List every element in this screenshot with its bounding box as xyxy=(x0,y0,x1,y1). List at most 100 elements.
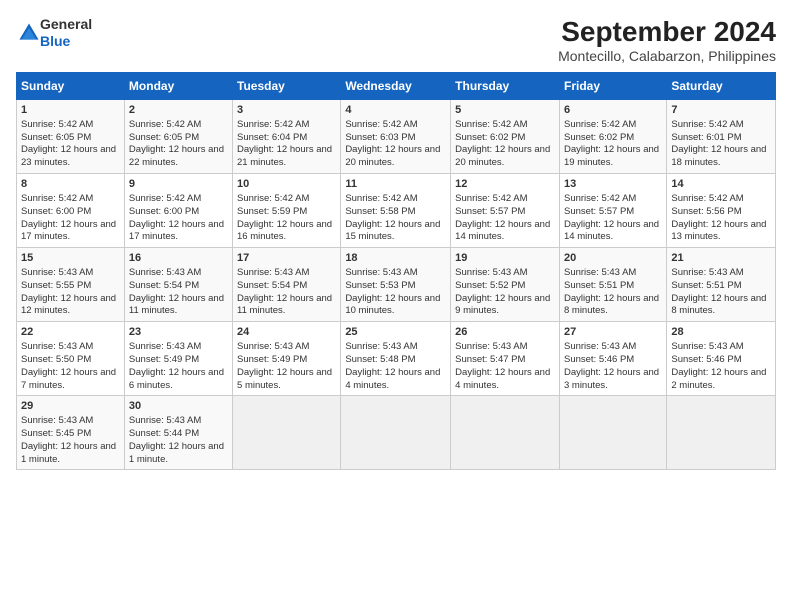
sunrise: Sunrise: 5:43 AM xyxy=(564,267,636,278)
table-row: 15Sunrise: 5:43 AMSunset: 5:55 PMDayligh… xyxy=(17,248,776,322)
day-number: 9 xyxy=(129,177,228,192)
table-cell: 3Sunrise: 5:42 AMSunset: 6:04 PMDaylight… xyxy=(233,100,341,174)
sunrise: Sunrise: 5:43 AM xyxy=(21,415,93,426)
sunset: Sunset: 5:48 PM xyxy=(345,354,415,365)
sunrise: Sunrise: 5:43 AM xyxy=(21,267,93,278)
daylight: Daylight: 12 hours and 12 minutes. xyxy=(21,293,116,317)
day-number: 5 xyxy=(455,103,555,118)
daylight: Daylight: 12 hours and 16 minutes. xyxy=(237,219,332,243)
sunset: Sunset: 6:00 PM xyxy=(21,206,91,217)
day-number: 18 xyxy=(345,251,446,266)
daylight: Daylight: 12 hours and 14 minutes. xyxy=(564,219,659,243)
sunrise: Sunrise: 5:43 AM xyxy=(21,341,93,352)
sunrise: Sunrise: 5:42 AM xyxy=(564,193,636,204)
table-row: 22Sunrise: 5:43 AMSunset: 5:50 PMDayligh… xyxy=(17,322,776,396)
sunset: Sunset: 5:53 PM xyxy=(345,280,415,291)
day-number: 21 xyxy=(671,251,771,266)
table-cell: 27Sunrise: 5:43 AMSunset: 5:46 PMDayligh… xyxy=(559,322,666,396)
daylight: Daylight: 12 hours and 4 minutes. xyxy=(455,367,550,391)
sunset: Sunset: 5:44 PM xyxy=(129,428,199,439)
day-number: 20 xyxy=(564,251,662,266)
sunset: Sunset: 5:56 PM xyxy=(671,206,741,217)
daylight: Daylight: 12 hours and 11 minutes. xyxy=(237,293,332,317)
sunset: Sunset: 5:51 PM xyxy=(564,280,634,291)
table-row: 8Sunrise: 5:42 AMSunset: 6:00 PMDaylight… xyxy=(17,174,776,248)
table-cell: 18Sunrise: 5:43 AMSunset: 5:53 PMDayligh… xyxy=(341,248,451,322)
table-cell: 4Sunrise: 5:42 AMSunset: 6:03 PMDaylight… xyxy=(341,100,451,174)
col-thursday: Thursday xyxy=(451,73,560,100)
table-cell: 2Sunrise: 5:42 AMSunset: 6:05 PMDaylight… xyxy=(124,100,232,174)
calendar-page: General Blue September 2024 Montecillo, … xyxy=(0,0,792,612)
daylight: Daylight: 12 hours and 17 minutes. xyxy=(21,219,116,243)
table-cell: 20Sunrise: 5:43 AMSunset: 5:51 PMDayligh… xyxy=(559,248,666,322)
day-number: 3 xyxy=(237,103,336,118)
table-cell: 9Sunrise: 5:42 AMSunset: 6:00 PMDaylight… xyxy=(124,174,232,248)
day-number: 11 xyxy=(345,177,446,192)
day-number: 1 xyxy=(21,103,120,118)
col-sunday: Sunday xyxy=(17,73,125,100)
table-cell: 7Sunrise: 5:42 AMSunset: 6:01 PMDaylight… xyxy=(667,100,776,174)
sunset: Sunset: 5:58 PM xyxy=(345,206,415,217)
sunrise: Sunrise: 5:43 AM xyxy=(129,341,201,352)
daylight: Daylight: 12 hours and 9 minutes. xyxy=(455,293,550,317)
day-number: 10 xyxy=(237,177,336,192)
day-number: 2 xyxy=(129,103,228,118)
sunrise: Sunrise: 5:43 AM xyxy=(237,267,309,278)
sunset: Sunset: 6:01 PM xyxy=(671,132,741,143)
sunset: Sunset: 6:05 PM xyxy=(21,132,91,143)
sunset: Sunset: 5:51 PM xyxy=(671,280,741,291)
day-number: 24 xyxy=(237,325,336,340)
daylight: Daylight: 12 hours and 17 minutes. xyxy=(129,219,224,243)
sunset: Sunset: 5:49 PM xyxy=(237,354,307,365)
sunset: Sunset: 5:50 PM xyxy=(21,354,91,365)
sunrise: Sunrise: 5:42 AM xyxy=(237,193,309,204)
daylight: Daylight: 12 hours and 1 minute. xyxy=(21,441,116,465)
header: General Blue September 2024 Montecillo, … xyxy=(16,16,776,64)
sunrise: Sunrise: 5:43 AM xyxy=(129,267,201,278)
table-cell: 14Sunrise: 5:42 AMSunset: 5:56 PMDayligh… xyxy=(667,174,776,248)
daylight: Daylight: 12 hours and 22 minutes. xyxy=(129,144,224,168)
day-number: 29 xyxy=(21,399,120,414)
table-cell: 17Sunrise: 5:43 AMSunset: 5:54 PMDayligh… xyxy=(233,248,341,322)
day-number: 19 xyxy=(455,251,555,266)
sunrise: Sunrise: 5:43 AM xyxy=(455,341,527,352)
daylight: Daylight: 12 hours and 6 minutes. xyxy=(129,367,224,391)
table-cell: 16Sunrise: 5:43 AMSunset: 5:54 PMDayligh… xyxy=(124,248,232,322)
sunset: Sunset: 6:02 PM xyxy=(455,132,525,143)
day-number: 7 xyxy=(671,103,771,118)
sunrise: Sunrise: 5:42 AM xyxy=(21,119,93,130)
sunrise: Sunrise: 5:42 AM xyxy=(455,119,527,130)
sunset: Sunset: 6:02 PM xyxy=(564,132,634,143)
daylight: Daylight: 12 hours and 1 minute. xyxy=(129,441,224,465)
col-friday: Friday xyxy=(559,73,666,100)
table-cell: 21Sunrise: 5:43 AMSunset: 5:51 PMDayligh… xyxy=(667,248,776,322)
daylight: Daylight: 12 hours and 11 minutes. xyxy=(129,293,224,317)
table-cell: 19Sunrise: 5:43 AMSunset: 5:52 PMDayligh… xyxy=(451,248,560,322)
daylight: Daylight: 12 hours and 8 minutes. xyxy=(671,293,766,317)
sunset: Sunset: 5:47 PM xyxy=(455,354,525,365)
table-cell: 13Sunrise: 5:42 AMSunset: 5:57 PMDayligh… xyxy=(559,174,666,248)
col-saturday: Saturday xyxy=(667,73,776,100)
col-monday: Monday xyxy=(124,73,232,100)
logo-general: General xyxy=(40,16,92,33)
table-cell: 1Sunrise: 5:42 AMSunset: 6:05 PMDaylight… xyxy=(17,100,125,174)
daylight: Daylight: 12 hours and 4 minutes. xyxy=(345,367,440,391)
daylight: Daylight: 12 hours and 2 minutes. xyxy=(671,367,766,391)
header-row: Sunday Monday Tuesday Wednesday Thursday… xyxy=(17,73,776,100)
table-cell: 25Sunrise: 5:43 AMSunset: 5:48 PMDayligh… xyxy=(341,322,451,396)
sunset: Sunset: 5:57 PM xyxy=(455,206,525,217)
sunrise: Sunrise: 5:43 AM xyxy=(564,341,636,352)
daylight: Daylight: 12 hours and 20 minutes. xyxy=(455,144,550,168)
day-number: 16 xyxy=(129,251,228,266)
table-cell: 30Sunrise: 5:43 AMSunset: 5:44 PMDayligh… xyxy=(124,396,232,470)
table-cell xyxy=(667,396,776,470)
day-number: 26 xyxy=(455,325,555,340)
sunrise: Sunrise: 5:42 AM xyxy=(671,119,743,130)
table-cell xyxy=(341,396,451,470)
col-tuesday: Tuesday xyxy=(233,73,341,100)
day-number: 4 xyxy=(345,103,446,118)
table-cell xyxy=(559,396,666,470)
daylight: Daylight: 12 hours and 7 minutes. xyxy=(21,367,116,391)
calendar-subtitle: Montecillo, Calabarzon, Philippines xyxy=(558,48,776,64)
table-cell: 12Sunrise: 5:42 AMSunset: 5:57 PMDayligh… xyxy=(451,174,560,248)
